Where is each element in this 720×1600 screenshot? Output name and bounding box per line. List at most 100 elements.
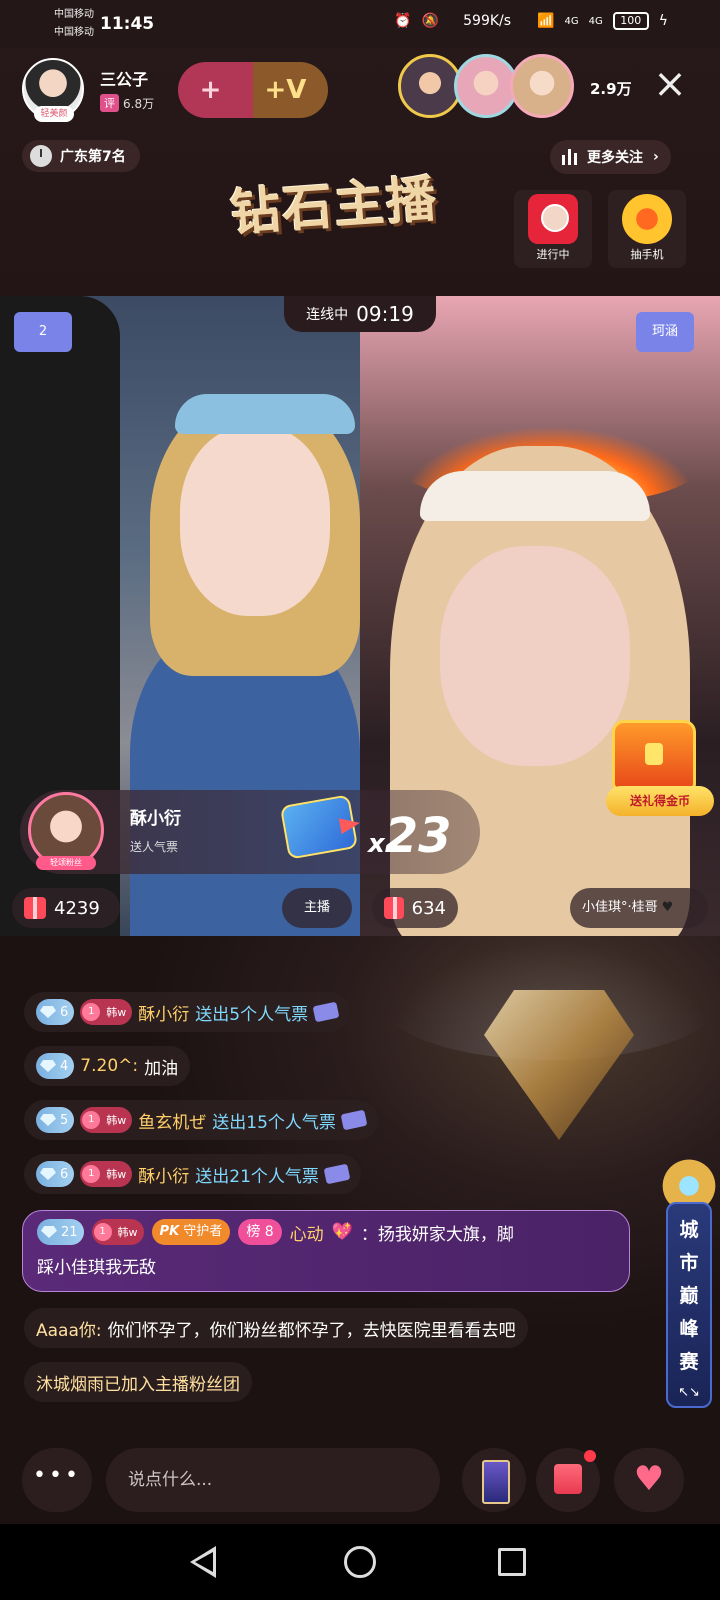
gem-icon	[40, 1060, 56, 1072]
treasure-chest-icon[interactable]	[612, 720, 696, 790]
connection-status: 连线中 09:19	[284, 296, 436, 332]
activity-label: 进行中	[536, 248, 570, 261]
chat-message[interactable]: 5 1 韩w 鱼玄机ぜ 送出15个人气票	[24, 1100, 378, 1140]
alarm-icon: ⏰	[394, 13, 412, 29]
level-value: 4	[60, 1058, 69, 1074]
expand-icon[interactable]: ↖↘	[668, 1385, 710, 1400]
level-badge: 5	[36, 1107, 75, 1133]
chat-message[interactable]: 6 1 韩w 酥小衍 送出5个人气票	[24, 992, 351, 1032]
right-score-value: 634	[411, 897, 446, 919]
chat-username[interactable]: 酥小衍	[138, 1000, 189, 1025]
gem-icon	[40, 1168, 56, 1180]
fan-badge: 1 韩w	[80, 999, 133, 1025]
level-badge: 6	[36, 1161, 75, 1187]
chat-message[interactable]: 4 7.20^: 加油	[24, 1046, 191, 1086]
carrier-1: 中国移动	[54, 9, 94, 20]
rating-badge: 评	[100, 94, 119, 112]
chat-username[interactable]: 酥小衍	[138, 1162, 189, 1187]
connection-timer: 09:19	[356, 302, 414, 326]
battery-icon: 100	[612, 12, 649, 30]
status-time: 11:45	[100, 14, 155, 34]
close-icon[interactable]: ×	[650, 64, 690, 106]
like-heart-button[interactable]: ♥	[614, 1448, 684, 1512]
home-icon[interactable]	[344, 1546, 376, 1578]
gift-count-value: 23	[384, 808, 452, 864]
city-banner-body[interactable]: 城市巅峰赛 ↖↘	[666, 1202, 712, 1408]
viewer-avatar[interactable]	[510, 54, 574, 118]
activity-lottery[interactable]: 抽手机	[608, 190, 686, 268]
headband-shape	[175, 394, 355, 434]
left-score: 4239	[12, 888, 120, 928]
carrier-labels: 中国移动 中国移动	[54, 6, 94, 42]
recent-apps-icon[interactable]	[498, 1548, 526, 1576]
rating-count: 6.8万	[123, 96, 155, 111]
ticket-icon	[323, 1163, 351, 1185]
viewer-avatar[interactable]	[398, 54, 462, 118]
headband-shape	[420, 471, 650, 521]
fan-name: 韩w	[106, 1168, 127, 1181]
top-viewers[interactable]	[398, 54, 574, 118]
heart-plus-icon[interactable]: +	[200, 75, 222, 105]
level-badge: 6	[36, 999, 75, 1025]
chat-username[interactable]: 7.20^:	[80, 1056, 138, 1076]
more-follow-label: 更多关注	[587, 150, 643, 166]
fan-level: 1	[82, 1003, 101, 1021]
chat-username[interactable]: 鱼玄机ぜ	[138, 1108, 206, 1133]
notification-dot	[584, 1450, 596, 1462]
back-icon[interactable]	[190, 1546, 216, 1578]
left-tag[interactable]: 2	[14, 312, 72, 352]
join-text: 沐城烟雨已加入主播粉丝团	[36, 1374, 240, 1395]
activity-in-progress[interactable]: 进行中	[514, 190, 592, 268]
gift-action: 送人气票	[130, 840, 179, 854]
rank-label: 广东第7名	[60, 149, 126, 165]
host-card[interactable]: 轻美颜 三公子 评 6.8万	[22, 58, 172, 122]
partner-label[interactable]: 小佳琪°·桂哥 ♥	[570, 888, 708, 928]
system-message: 沐城烟雨已加入主播粉丝团	[24, 1362, 252, 1402]
gem-icon	[40, 1114, 56, 1126]
face-shape	[440, 546, 630, 766]
highlight-chat-message[interactable]: 21 1 韩w PK 守护者 榜 8 心动 💖 ：扬我妍家大旗，脚 踩小佳琪我无敌	[22, 1210, 630, 1292]
plus-v-icon[interactable]: +V	[265, 75, 307, 105]
chat-text: 加油	[144, 1058, 179, 1079]
comment-input[interactable]	[106, 1448, 440, 1512]
bottom-bar: ••• ♥	[0, 1436, 720, 1524]
fan-name: 韩w	[106, 1006, 127, 1019]
guardian-badge: PK 守护者	[151, 1219, 231, 1245]
wifi-icon: 📶	[537, 13, 555, 29]
sparkle-heart-icon: 💖	[331, 1222, 353, 1242]
gem-icon	[41, 1226, 57, 1238]
rank-pill[interactable]: 广东第7名	[22, 140, 140, 172]
gift-icon	[24, 897, 46, 919]
level-badge: 4	[36, 1053, 75, 1079]
host-role-label: 主播	[282, 888, 352, 928]
city-peak-banner[interactable]: 城市巅峰赛 ↖↘	[662, 1158, 716, 1414]
follow-button[interactable]: + +V	[178, 62, 328, 118]
chat-message[interactable]: Aaaa你: 你们怀孕了，你们粉丝都怀孕了，去快医院里看看去吧	[24, 1308, 528, 1348]
sender-name: 酥小衍	[130, 809, 181, 829]
system-icons: ⏰ 🔕 599K/s 📶 4G 4G 100 ϟ	[394, 12, 668, 30]
rank-badge: 榜 8	[238, 1219, 282, 1245]
host-name: 三公子	[100, 70, 149, 89]
chat-text-continued: 踩小佳琪我无敌	[37, 1258, 156, 1278]
card-button[interactable]	[462, 1448, 526, 1512]
treasure-label[interactable]: 送礼得金币	[606, 786, 714, 816]
fan-badge: 1 韩w	[80, 1107, 133, 1133]
signal-1: 4G	[564, 15, 579, 27]
level-badge: 21	[37, 1219, 84, 1245]
clock-icon	[30, 145, 52, 167]
more-options-button[interactable]: •••	[22, 1448, 92, 1512]
level-value: 21	[61, 1224, 78, 1240]
ticket-icon	[312, 1001, 340, 1023]
chat-username[interactable]: 心动	[290, 1220, 324, 1245]
right-tag[interactable]: 珂涵	[636, 312, 694, 352]
chevron-right-icon: ›	[653, 149, 659, 165]
gift-icon	[384, 897, 404, 919]
viewer-count[interactable]: 2.9万	[590, 78, 632, 99]
chat-username[interactable]: Aaaa你:	[36, 1316, 102, 1341]
net-speed: 599K/s	[463, 13, 512, 29]
diamond-anchor-title: 钻石主播	[228, 168, 441, 243]
more-follow-button[interactable]: 更多关注 ›	[550, 140, 671, 174]
viewer-avatar[interactable]	[454, 54, 518, 118]
chat-message[interactable]: 6 1 韩w 酥小衍 送出21个人气票	[24, 1154, 361, 1194]
mute-icon: 🔕	[421, 13, 440, 29]
